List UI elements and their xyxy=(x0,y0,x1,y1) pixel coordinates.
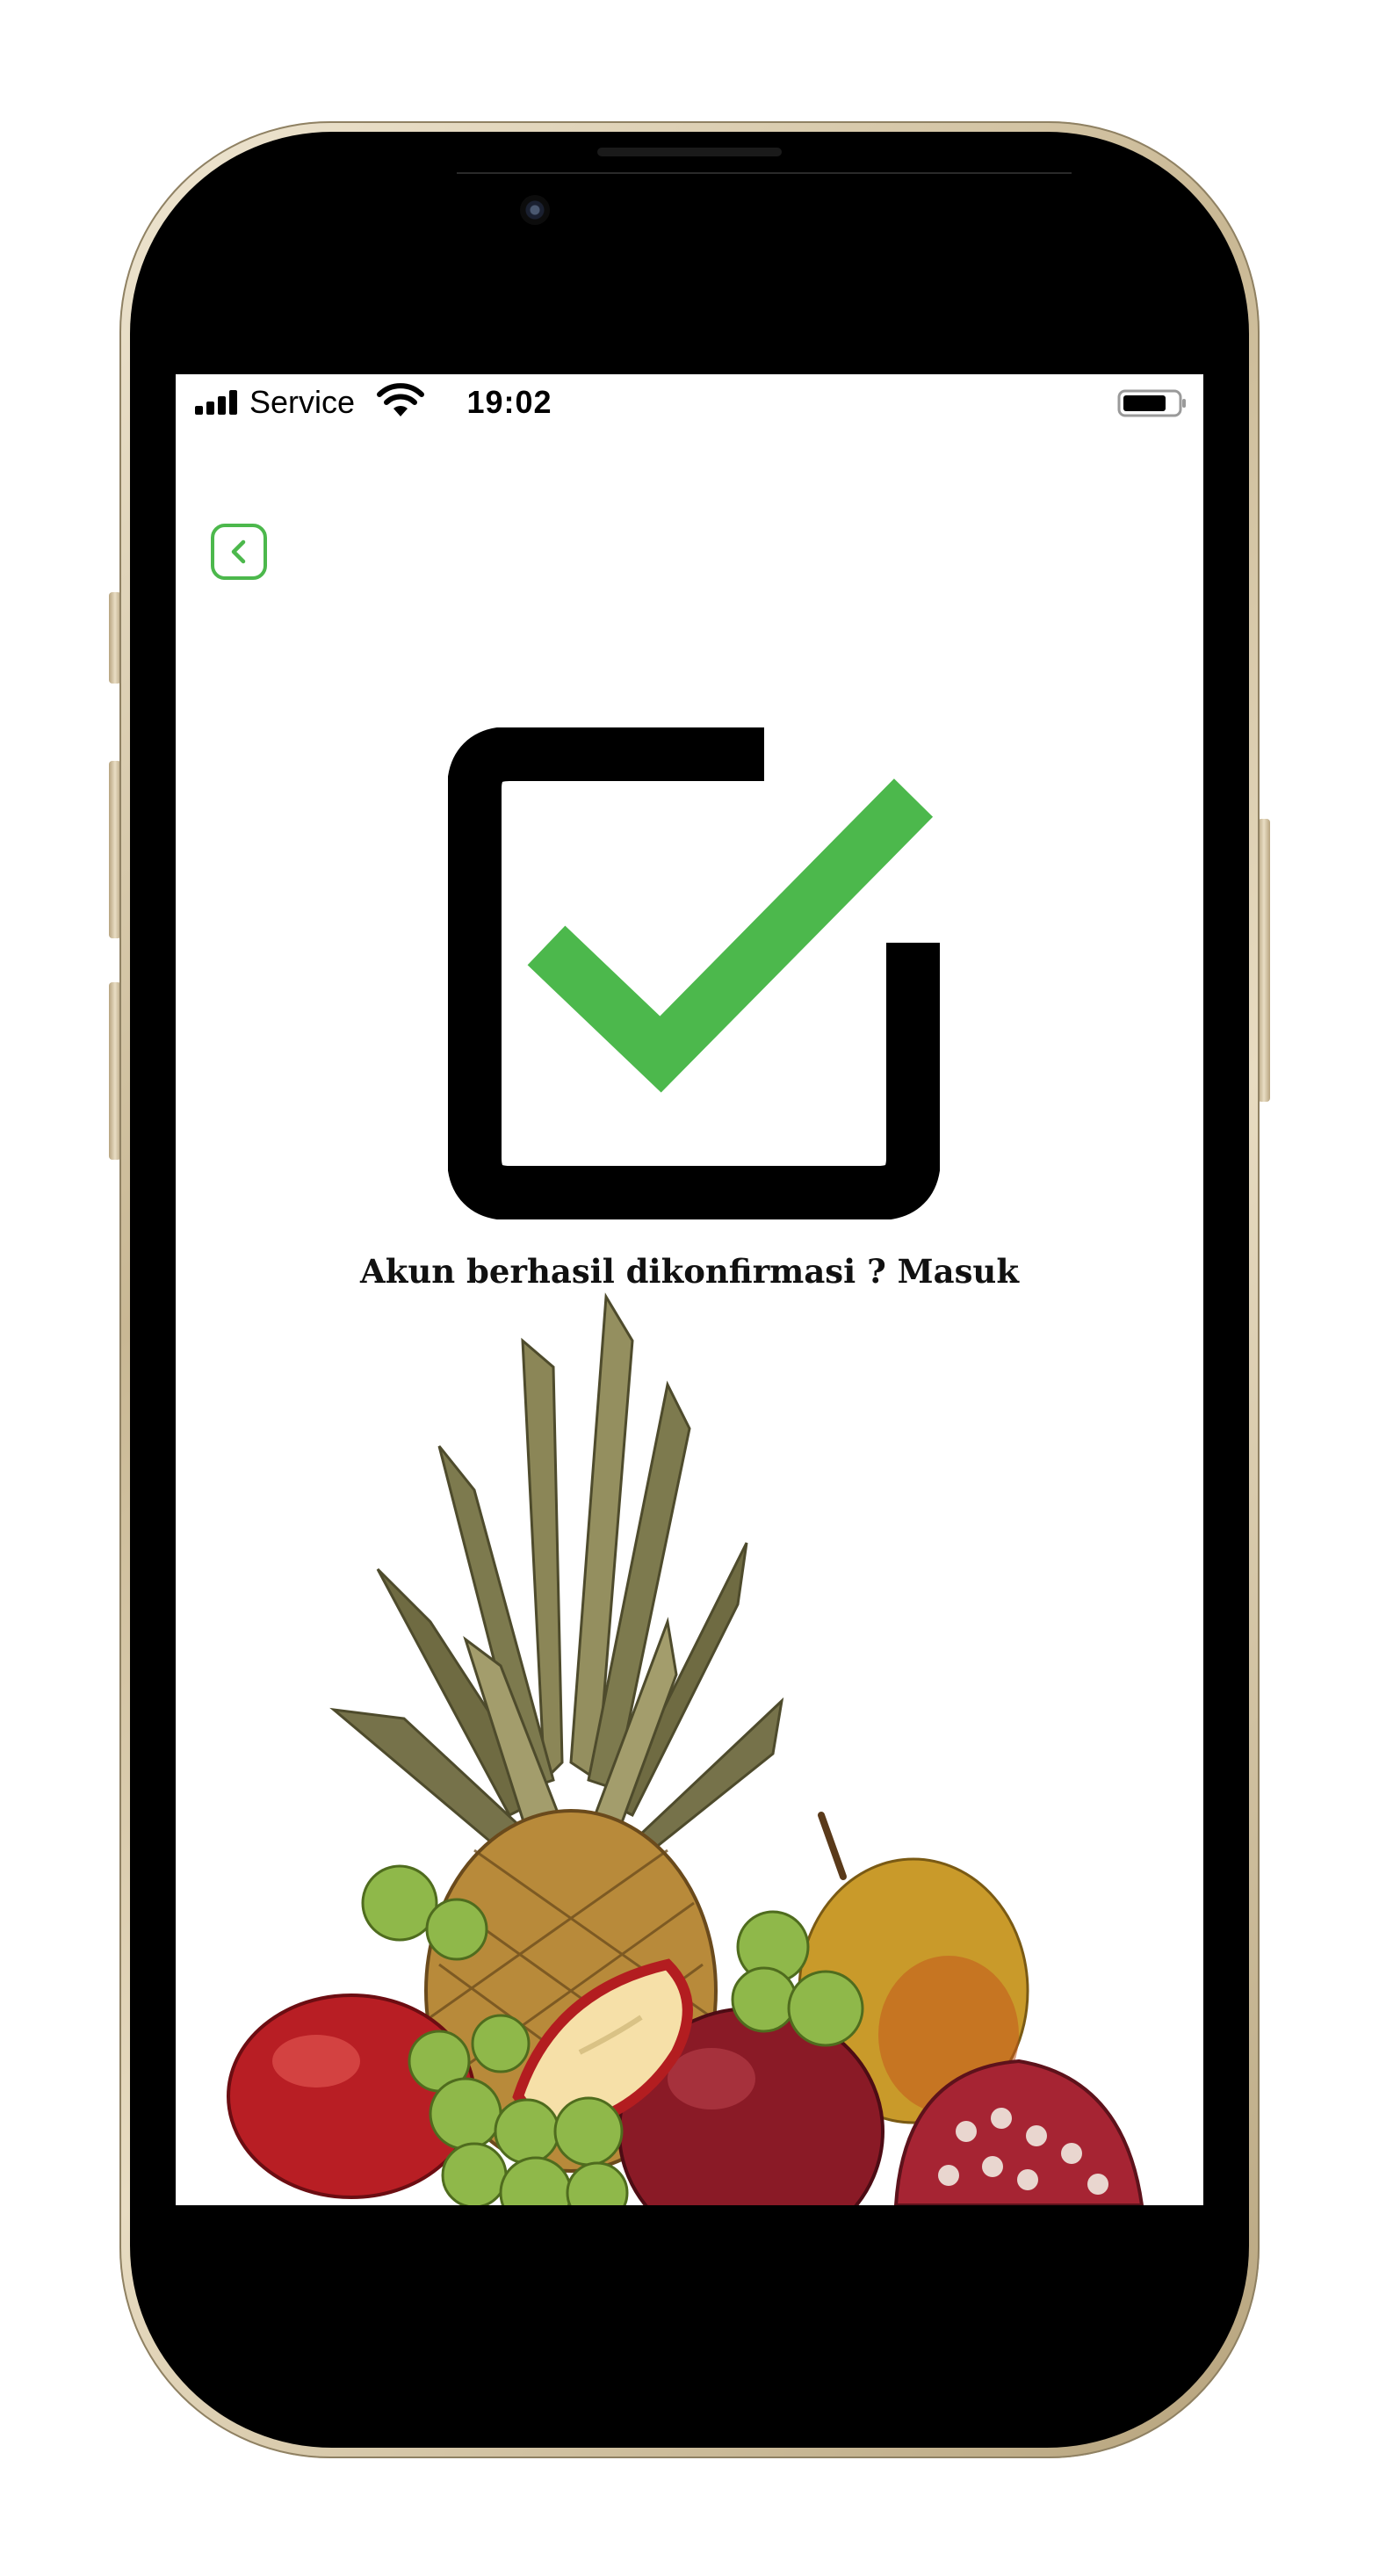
back-button[interactable] xyxy=(210,523,268,581)
confirmation-message: Akun berhasil dikonfirmasi ? Masuk xyxy=(176,1249,1203,1293)
confirmation-text: Akun berhasil dikonfirmasi ? xyxy=(360,1252,886,1291)
clock-text: 19:02 xyxy=(466,384,552,420)
status-bar: Service 19:02 xyxy=(176,374,1203,429)
app-screen: Service 19:02 Akun berhasil dikonfirmasi… xyxy=(176,374,1203,2205)
checkbox-check-icon xyxy=(448,727,940,1219)
bezel-edge xyxy=(457,172,1072,174)
speaker-grille xyxy=(597,148,782,156)
front-camera xyxy=(520,195,550,225)
battery-icon xyxy=(1117,389,1186,417)
device-mockup: Service 19:02 Akun berhasil dikonfirmasi… xyxy=(0,0,1379,2576)
pineapple-leaves xyxy=(329,1292,784,1861)
login-link[interactable]: Masuk xyxy=(898,1252,1019,1291)
clock: 19:02 xyxy=(176,385,1203,420)
fruit-illustration xyxy=(227,1292,1144,2205)
power-button xyxy=(1258,819,1270,1102)
